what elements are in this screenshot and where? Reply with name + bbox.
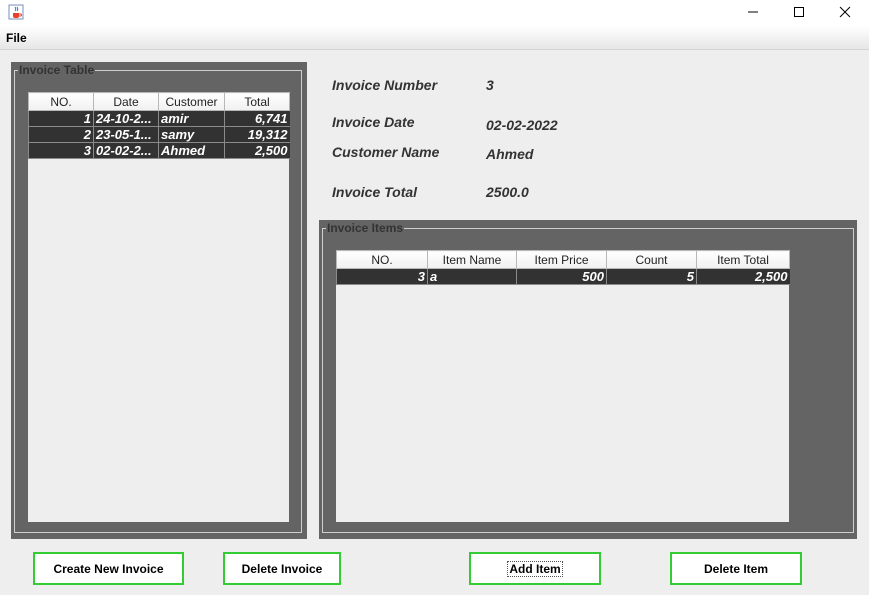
column-header-date[interactable]: Date: [93, 92, 159, 111]
delete-item-button[interactable]: Delete Item: [670, 552, 802, 585]
table-row[interactable]: 1 24-10-2... amir 6,741: [28, 110, 290, 127]
title-bar: [0, 0, 869, 26]
table-cell: 2,500: [696, 268, 790, 285]
column-header-no[interactable]: NO.: [28, 92, 94, 111]
invoice-items-title: Invoice Items: [326, 221, 405, 235]
table-cell: 3: [28, 142, 94, 159]
table-row[interactable]: 2 23-05-1... samy 19,312: [28, 126, 290, 143]
invoice-number-label: Invoice Number: [332, 77, 438, 93]
menu-file[interactable]: File: [5, 31, 28, 45]
table-cell: Ahmed: [158, 142, 225, 159]
invoice-table-scroll[interactable]: NO. Date Customer Total 1 24-10-2... ami…: [28, 92, 290, 522]
invoice-total-label: Invoice Total: [332, 184, 418, 200]
invoice-table-header: NO. Date Customer Total: [28, 92, 290, 111]
table-cell: 3: [336, 268, 428, 285]
close-icon: [839, 6, 851, 21]
invoice-items-scroll[interactable]: NO. Item Name Item Price Count Item Tota…: [336, 250, 790, 522]
table-row[interactable]: 3 a 500 5 2,500: [336, 268, 790, 285]
delete-invoice-label: Delete Invoice: [241, 561, 323, 576]
invoice-date-value: 02-02-2022: [486, 117, 558, 133]
maximize-button[interactable]: [776, 0, 822, 26]
column-header-total[interactable]: Total: [224, 92, 290, 111]
add-item-label: Add Item: [507, 560, 563, 577]
delete-invoice-button[interactable]: Delete Invoice: [223, 552, 341, 585]
close-button[interactable]: [822, 0, 868, 26]
column-header-item-name[interactable]: Item Name: [427, 250, 517, 269]
table-cell: samy: [158, 126, 225, 143]
invoice-items-table: NO. Item Name Item Price Count Item Tota…: [336, 250, 790, 285]
table-cell: 500: [516, 268, 607, 285]
table-cell: 23-05-1...: [93, 126, 159, 143]
invoice-table-panel: Invoice Table NO. Date Customer Total 1 …: [11, 62, 307, 539]
delete-item-label: Delete Item: [703, 561, 769, 576]
invoice-total-value: 2500.0: [486, 184, 529, 200]
table-cell: 1: [28, 110, 94, 127]
table-cell: 19,312: [224, 126, 290, 143]
create-new-invoice-button[interactable]: Create New Invoice: [33, 552, 184, 585]
table-row[interactable]: 3 02-02-2... Ahmed 2,500: [28, 142, 290, 159]
table-cell: 5: [606, 268, 697, 285]
invoice-date-label: Invoice Date: [332, 114, 415, 130]
create-new-invoice-label: Create New Invoice: [53, 561, 164, 576]
table-cell: 6,741: [224, 110, 290, 127]
invoice-items-header: NO. Item Name Item Price Count Item Tota…: [336, 250, 790, 269]
table-cell: a: [427, 268, 517, 285]
invoice-table: NO. Date Customer Total 1 24-10-2... ami…: [28, 92, 290, 159]
customer-name-label: Customer Name: [332, 144, 440, 160]
column-header-item-total[interactable]: Item Total: [696, 250, 790, 269]
table-cell: 24-10-2...: [93, 110, 159, 127]
add-item-button[interactable]: Add Item: [469, 552, 601, 585]
column-header-customer[interactable]: Customer: [158, 92, 225, 111]
column-header-item-price[interactable]: Item Price: [516, 250, 607, 269]
table-cell: 2,500: [224, 142, 290, 159]
menu-bar: File: [0, 26, 869, 50]
table-cell: 2: [28, 126, 94, 143]
column-header-no[interactable]: NO.: [336, 250, 428, 269]
table-cell: 02-02-2...: [93, 142, 159, 159]
invoice-items-panel: Invoice Items NO. Item Name Item Price C…: [319, 220, 857, 539]
column-header-count[interactable]: Count: [606, 250, 697, 269]
invoice-table-title: Invoice Table: [18, 63, 96, 77]
table-cell: amir: [158, 110, 225, 127]
invoice-number-value: 3: [486, 77, 494, 93]
java-coffee-cup-icon: [8, 4, 24, 20]
minimize-button[interactable]: [730, 0, 776, 26]
customer-name-value: Ahmed: [486, 146, 534, 162]
minimize-icon: [747, 6, 759, 21]
maximize-icon: [793, 6, 805, 21]
